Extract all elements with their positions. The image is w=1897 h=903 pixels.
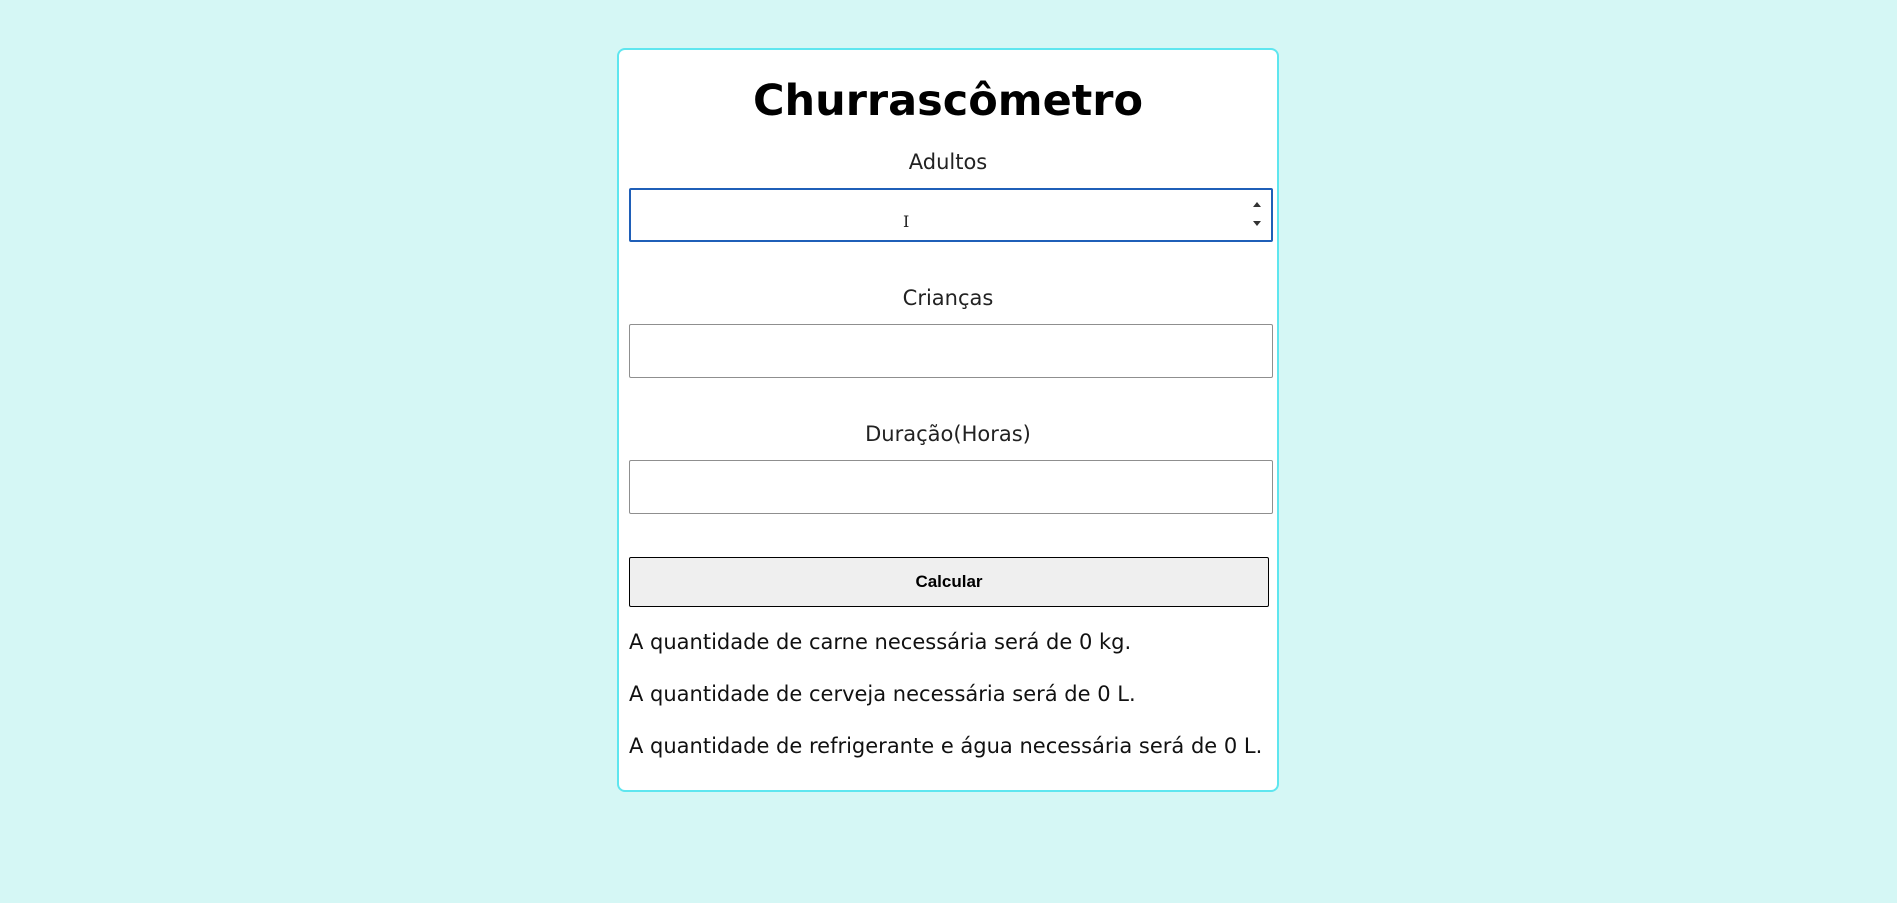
beer-result: A quantidade de cerveja necessária será … — [629, 682, 1136, 706]
duration-input[interactable] — [629, 460, 1273, 514]
adults-label: Adultos — [908, 150, 988, 174]
adults-input[interactable] — [629, 188, 1273, 242]
children-input[interactable] — [629, 324, 1273, 378]
text-cursor-icon: I — [903, 212, 910, 231]
calculator-card: Churrascômetro Adultos I Crianças Duraçã… — [617, 48, 1279, 792]
children-label: Crianças — [902, 286, 994, 310]
calculate-button[interactable]: Calcular — [629, 557, 1269, 607]
page-title: Churrascômetro — [752, 76, 1144, 126]
spin-down-icon[interactable] — [1253, 221, 1261, 226]
spin-up-icon[interactable] — [1253, 202, 1261, 207]
adults-field-wrapper: I — [619, 188, 1277, 244]
duration-label: Duração(Horas) — [865, 422, 1031, 446]
drinks-result: A quantidade de refrigerante e água nece… — [629, 734, 1263, 758]
meat-result: A quantidade de carne necessária será de… — [629, 630, 1132, 654]
adults-spinner[interactable] — [1251, 202, 1263, 226]
